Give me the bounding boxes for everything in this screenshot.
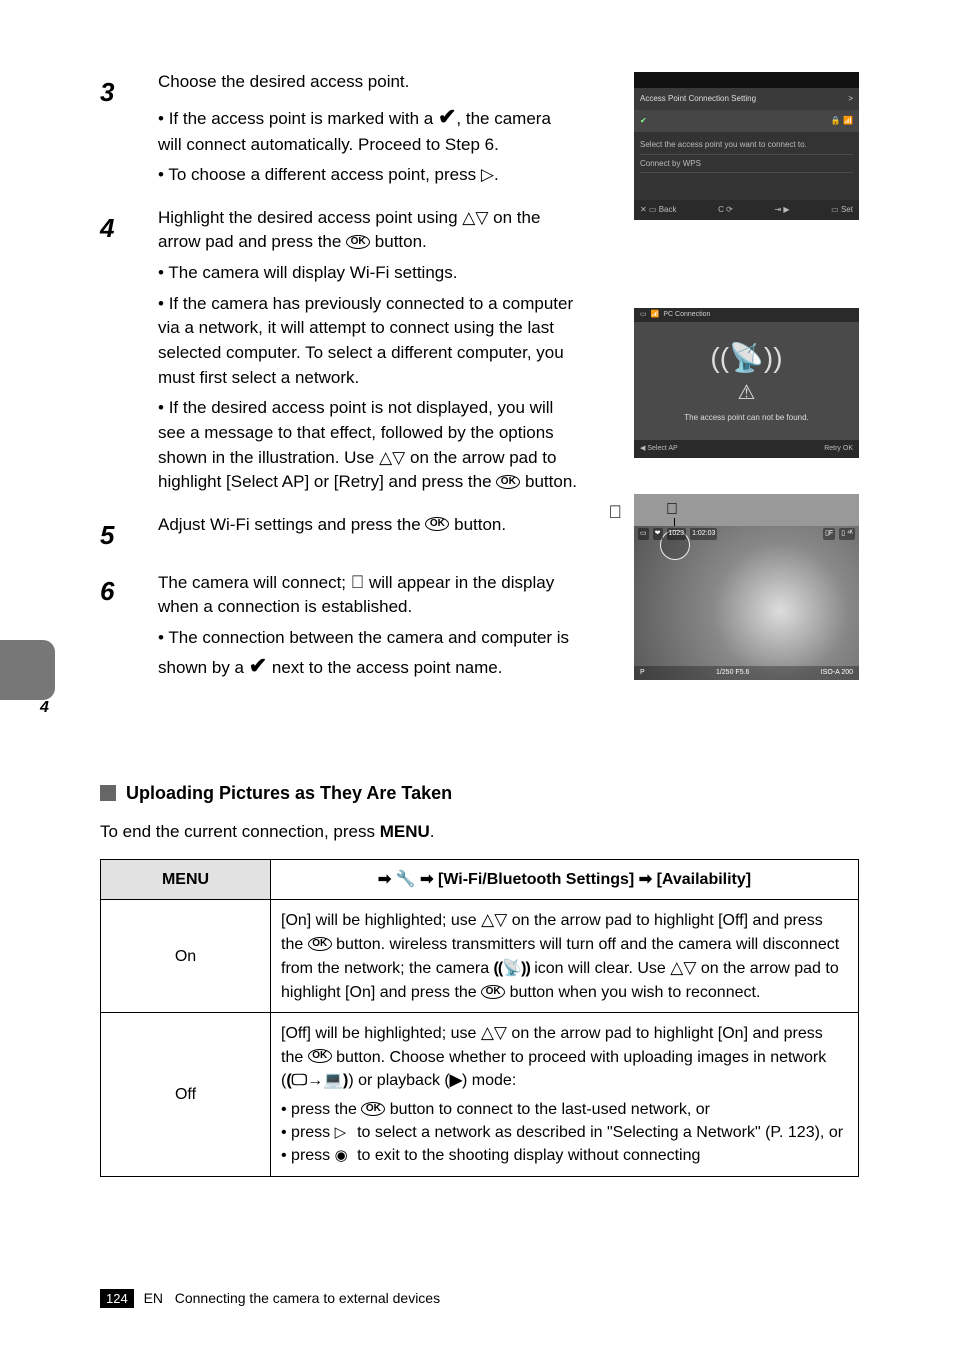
page-lang: EN	[144, 1290, 163, 1306]
step-number-6: 6	[100, 569, 158, 611]
ok-button-icon: OK	[496, 475, 520, 489]
step-number-4: 4	[100, 206, 158, 248]
step6-line1: The camera will connect; 􀙇 will appear i…	[158, 569, 588, 620]
list-item: press the OK button to connect to the la…	[281, 1098, 848, 1121]
section-title: Uploading Pictures as They Are Taken	[126, 780, 452, 806]
screenshot-live-view: 􀙇 ▭❤10231:02:03▯F▯ ⁴ᴷ P1/250 F5.6ISO-A 2…	[634, 494, 859, 680]
section-header: Uploading Pictures as They Are Taken	[100, 780, 859, 806]
ok-button-icon: OK	[308, 937, 332, 951]
step-number-5: 5	[100, 513, 158, 555]
table-header-menu: MENU	[101, 860, 271, 900]
ok-button-icon: OK	[481, 985, 505, 999]
ok-button-icon: OK	[425, 517, 449, 531]
check-icon: ✔	[249, 653, 267, 678]
step6-bullet1: • The connection between the camera and …	[158, 626, 588, 683]
updown-icon: △▽	[481, 1023, 507, 1042]
footer-label: Connecting the camera to external device…	[175, 1290, 440, 1306]
right-arrow-icon: ▷	[335, 1122, 353, 1144]
availability-table: MENU ➡ 🔧 ➡ [Wi-Fi/Bluetooth Settings] ➡ …	[100, 859, 859, 1176]
row-on-label: On	[101, 900, 271, 1013]
row-off-desc: [Off] will be highlighted; use △▽ on the…	[271, 1012, 859, 1176]
section-bullet-icon	[100, 785, 116, 801]
wifi-icon: 􀙇	[609, 499, 623, 525]
ok-button-icon: OK	[361, 1102, 385, 1116]
step3-bullet2: • To choose a different access point, pr…	[158, 163, 568, 188]
row-off-label: Off	[101, 1012, 271, 1176]
table-header-path: ➡ 🔧 ➡ [Wi-Fi/Bluetooth Settings] ➡ [Avai…	[271, 860, 859, 900]
table-row: On [On] will be highlighted; use △▽ on t…	[101, 900, 859, 1013]
wrench-icon: 🔧	[396, 871, 416, 888]
section-sub: To end the current connection, press MEN…	[100, 820, 859, 845]
screenshot-access-point-list: Access Point Connection Setting> ✔🔒 📶 Se…	[634, 72, 859, 220]
row-on-desc: [On] will be highlighted; use △▽ on the …	[271, 900, 859, 1013]
step4-bullet3: • If the desired access point is not dis…	[158, 396, 578, 495]
chapter-number: 4	[40, 696, 49, 719]
thumb2-msg: The access point can not be found.	[684, 412, 809, 424]
page-footer: 124 EN Connecting the camera to external…	[100, 1288, 440, 1309]
updown-icon: △▽	[462, 208, 488, 227]
ok-button-icon: OK	[346, 235, 370, 249]
step4-bullet2: • If the camera has previously connected…	[158, 292, 578, 391]
updown-icon: △▽	[481, 910, 507, 929]
step4-line1: Highlight the desired access point using…	[158, 206, 578, 255]
thumb1-row1: Select the access point you want to conn…	[640, 136, 853, 155]
thumb1-row2: Connect by WPS	[640, 155, 853, 174]
record-icon: ◉	[335, 1145, 353, 1167]
list-item: press ▷ to select a network as described…	[281, 1121, 848, 1144]
list-item: press ◉ to exit to the shooting display …	[281, 1144, 848, 1167]
chapter-tab	[0, 640, 55, 700]
updown-icon: △▽	[670, 958, 696, 977]
wifi-icon: 􀙇	[351, 572, 365, 592]
access-point-icon: ((📡))	[494, 960, 530, 977]
thumb1-title: Access Point Connection Setting	[640, 93, 756, 105]
table-row: Off [Off] will be highlighted; use △▽ on…	[101, 1012, 859, 1176]
right-arrow-icon: ▷	[481, 165, 494, 184]
step3-bullet1: • If the access point is marked with a ✔…	[158, 101, 568, 158]
updown-icon: △▽	[379, 448, 405, 467]
check-icon: ✔	[438, 104, 456, 129]
step3-line1: Choose the desired access point.	[158, 70, 568, 95]
page-number: 124	[100, 1289, 134, 1308]
ok-button-icon: OK	[308, 1049, 332, 1063]
step4-bullet1: • The camera will display Wi-Fi settings…	[158, 261, 578, 286]
step-number-3: 3	[100, 70, 158, 112]
screenshot-ap-not-found: ▭📶PC Connection ((📡))⚠ The access point …	[634, 308, 859, 458]
